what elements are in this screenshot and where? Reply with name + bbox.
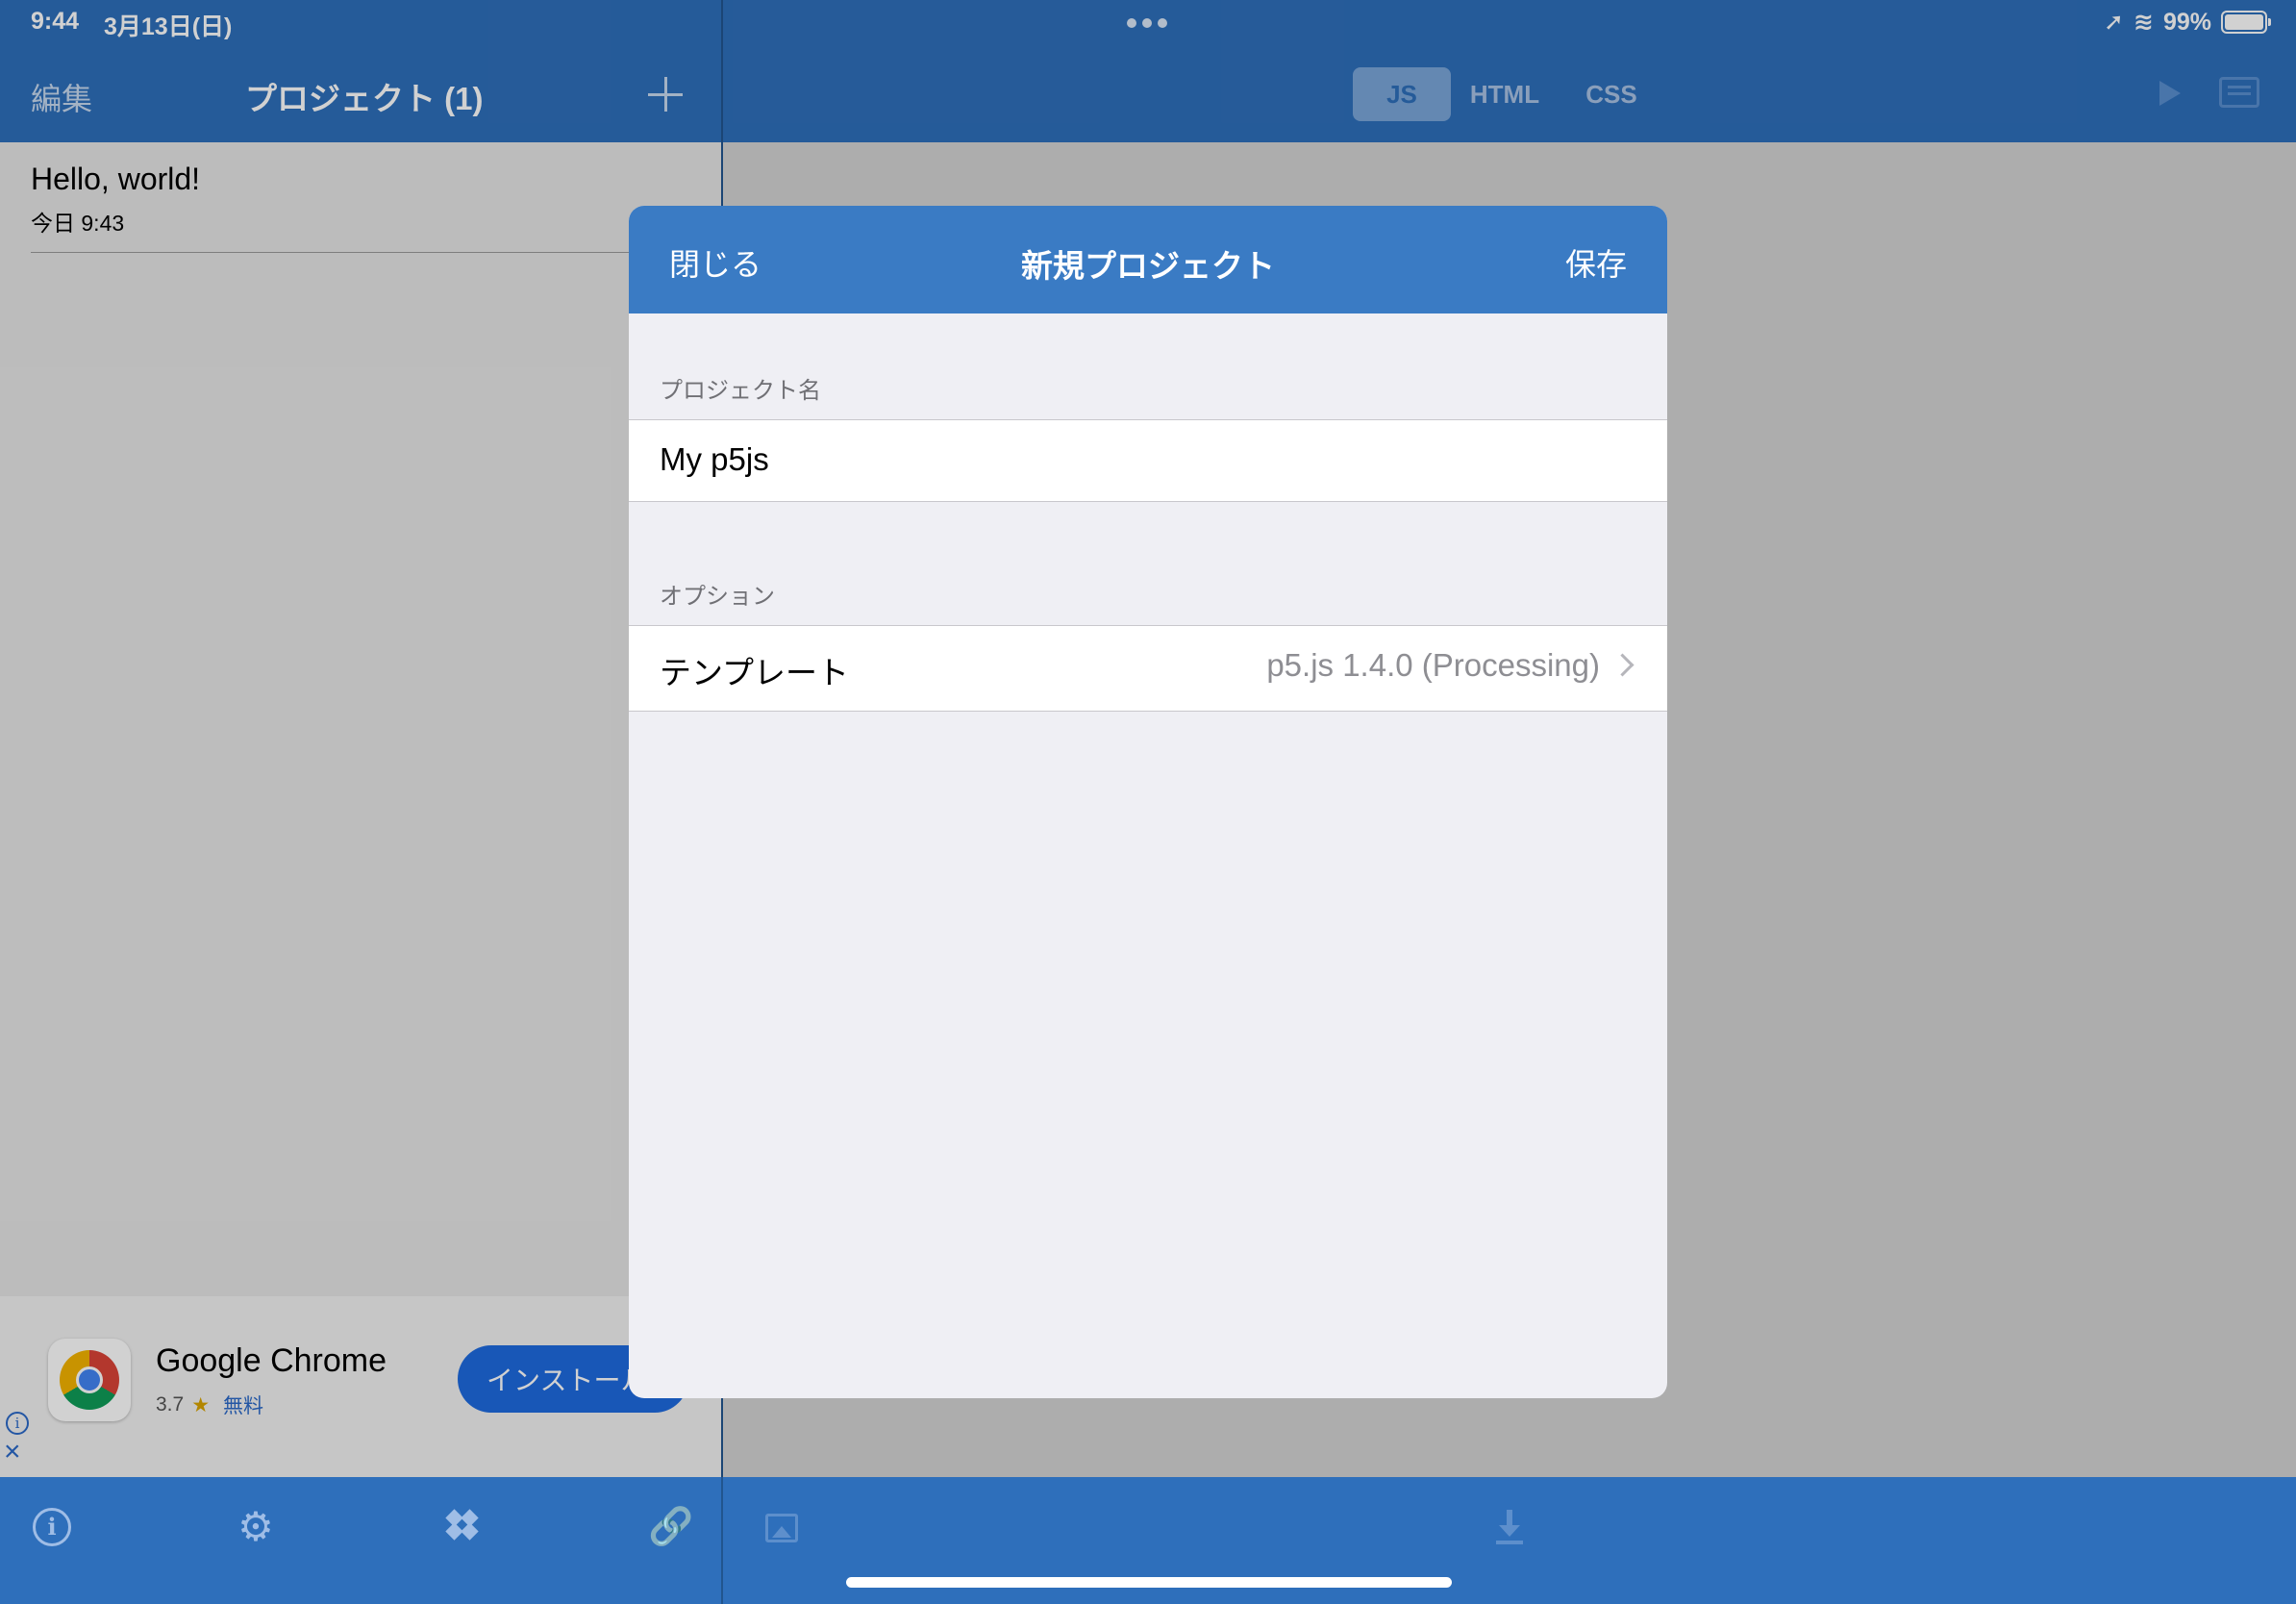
image-icon[interactable] — [765, 1514, 798, 1542]
chevron-right-icon — [1610, 653, 1635, 677]
link-icon[interactable]: 🔗 — [648, 1508, 693, 1546]
dropbox-icon[interactable] — [442, 1508, 481, 1546]
download-icon-base — [1496, 1541, 1523, 1544]
template-row[interactable]: テンプレート p5.js 1.4.0 (Processing) — [629, 625, 1667, 712]
save-button[interactable]: 保存 — [1565, 240, 1627, 285]
info-icon[interactable]: i — [33, 1508, 71, 1546]
template-value: p5.js 1.4.0 (Processing) — [1266, 647, 1600, 683]
modal-title: 新規プロジェクト — [1021, 248, 1275, 284]
modal-header: 閉じる 新規プロジェクト 保存 — [629, 206, 1667, 313]
project-name-value[interactable]: My p5js — [660, 441, 769, 478]
template-label: テンプレート — [660, 655, 850, 690]
new-project-modal: 閉じる 新規プロジェクト 保存 プロジェクト名 My p5js オプション テン… — [629, 206, 1667, 1398]
gear-icon[interactable]: ⚙ — [237, 1507, 275, 1547]
project-name-section-label: プロジェクト名 — [660, 378, 821, 404]
home-indicator[interactable] — [846, 1577, 1452, 1588]
project-name-field[interactable]: My p5js — [629, 419, 1667, 502]
options-section-label: オプション — [660, 584, 775, 610]
